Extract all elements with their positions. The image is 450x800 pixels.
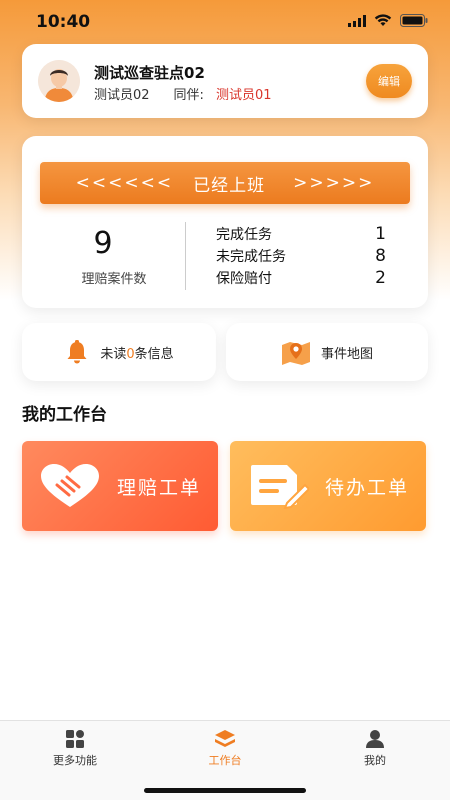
edit-button[interactable]: 编辑 bbox=[366, 64, 412, 98]
unread-text: 未读0条信息 bbox=[100, 343, 173, 362]
unread-count: 0 bbox=[126, 346, 135, 362]
status-time: 10:40 bbox=[36, 12, 91, 32]
wifi-icon bbox=[374, 14, 392, 26]
event-map-card[interactable]: 事件地图 bbox=[226, 323, 428, 381]
stats-divider bbox=[185, 222, 186, 290]
layers-icon bbox=[215, 730, 235, 747]
partner-label: 同伴: bbox=[173, 88, 204, 103]
avatar bbox=[38, 60, 80, 102]
status-bar: 10:40 bbox=[0, 0, 450, 44]
stats-card: <<<<<< 已经上班 >>>>> 9 理赔案件数 完成任务 1 未完成任务 8… bbox=[22, 136, 428, 308]
tab-label: 更多功能 bbox=[53, 754, 97, 767]
tab-label: 工作台 bbox=[208, 754, 242, 767]
task-row-insurance: 保险赔付 2 bbox=[216, 268, 386, 290]
shift-arrows-left: <<<<<< bbox=[75, 173, 174, 193]
event-map-label: 事件地图 bbox=[320, 346, 373, 362]
task-label: 未完成任务 bbox=[216, 249, 286, 265]
case-count: 9 bbox=[93, 226, 113, 261]
avatar-person-icon bbox=[38, 60, 80, 102]
task-value: 2 bbox=[375, 268, 386, 288]
unread-messages-card[interactable]: 未读0条信息 bbox=[22, 323, 216, 381]
tab-label: 我的 bbox=[364, 754, 386, 767]
person-icon bbox=[366, 730, 384, 748]
user-line: 测试员02 同伴: 测试员01 bbox=[94, 84, 271, 103]
map-icon bbox=[281, 342, 310, 365]
tab-more-functions[interactable]: 更多功能 bbox=[30, 729, 120, 768]
task-label: 完成任务 bbox=[216, 227, 272, 243]
task-row-completed: 完成任务 1 bbox=[216, 224, 386, 246]
shift-arrows-right: >>>>> bbox=[293, 173, 375, 193]
tab-workbench[interactable]: 工作台 bbox=[180, 729, 270, 768]
shift-status-button[interactable]: <<<<<< 已经上班 >>>>> bbox=[40, 162, 410, 204]
task-value: 8 bbox=[375, 246, 386, 266]
unread-prefix: 未读 bbox=[100, 346, 127, 362]
profile-card: 测试巡查驻点02 测试员02 同伴: 测试员01 编辑 bbox=[22, 44, 428, 118]
case-count-label: 理赔案件数 bbox=[81, 272, 147, 287]
document-edit-icon bbox=[250, 465, 309, 509]
todo-order-card[interactable]: 待办工单 bbox=[230, 441, 426, 531]
status-icons bbox=[348, 14, 428, 27]
claim-order-card[interactable]: 理赔工单 bbox=[22, 441, 218, 531]
home-indicator bbox=[144, 788, 306, 793]
signal-icon bbox=[348, 14, 366, 27]
unread-suffix: 条信息 bbox=[134, 346, 174, 362]
partner-name: 测试员01 bbox=[215, 88, 272, 103]
todo-order-label: 待办工单 bbox=[324, 476, 409, 499]
workbench-title: 我的工作台 bbox=[22, 405, 107, 425]
claim-order-label: 理赔工单 bbox=[116, 476, 201, 499]
heart-hand-icon bbox=[40, 464, 99, 507]
task-row-uncompleted: 未完成任务 8 bbox=[216, 246, 386, 268]
station-name: 测试巡查驻点02 bbox=[94, 64, 205, 82]
bell-icon bbox=[67, 340, 87, 364]
task-value: 1 bbox=[375, 224, 386, 244]
battery-icon bbox=[400, 14, 428, 27]
grid-icon bbox=[66, 730, 84, 748]
task-label: 保险赔付 bbox=[216, 271, 272, 287]
user-name: 测试员02 bbox=[94, 88, 150, 103]
tab-mine[interactable]: 我的 bbox=[330, 729, 420, 768]
shift-status-label: 已经上班 bbox=[193, 175, 266, 196]
